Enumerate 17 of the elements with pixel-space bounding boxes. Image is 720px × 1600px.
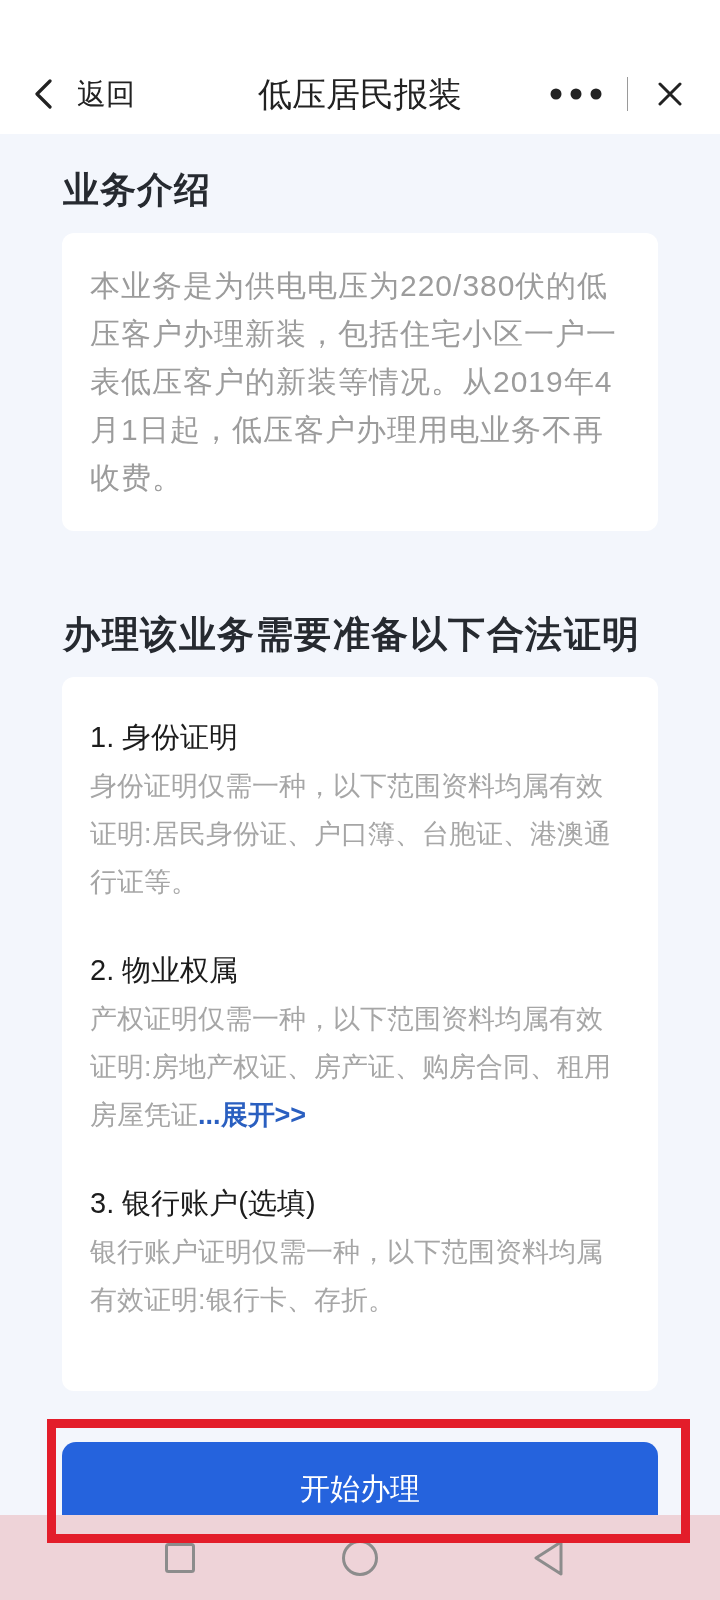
requirement-description: 产权证明仅需一种，以下范围资料均属有效证明:房地产权证、房产证、购房合同、租用房屋凭证...展开>> <box>90 1003 612 1132</box>
requirement-description: 银行账户证明仅需一种，以下范围资料均属有效证明:银行卡、存折。 <box>90 1236 604 1317</box>
close-icon[interactable] <box>658 82 682 106</box>
requirement-title: 2. 物业权属 <box>90 953 239 988</box>
requirement-title: 3. 银行账户(选填) <box>90 1186 316 1221</box>
square-icon[interactable] <box>165 1542 195 1573</box>
requirement-title: 1. 身份证明 <box>90 720 239 755</box>
page-title: 低压居民报装 <box>258 74 462 115</box>
expand-link[interactable]: ...展开>> <box>198 1100 307 1130</box>
intro-paragraph: 本业务是为供电电压为220/380伏的低压客户办理新装，包括住宅小区一户一表低压客户的新装等情况。从2019年4月1日起，低压客户办理用电业务不再收费。 <box>90 268 618 496</box>
start-button[interactable]: 开始办理 <box>62 1442 658 1515</box>
more-icon[interactable] <box>549 88 602 100</box>
chevron-left-icon <box>33 79 53 109</box>
section-heading: 办理该业务需要准备以下合法证明 <box>63 613 641 657</box>
requirement-description: 身份证明仅需一种，以下范围资料均属有效证明:居民身份证、户口簿、台胞证、港澳通行证等。 <box>90 770 612 899</box>
back-button[interactable]: 返回 <box>33 74 135 114</box>
section-heading: 业务介绍 <box>63 168 211 212</box>
